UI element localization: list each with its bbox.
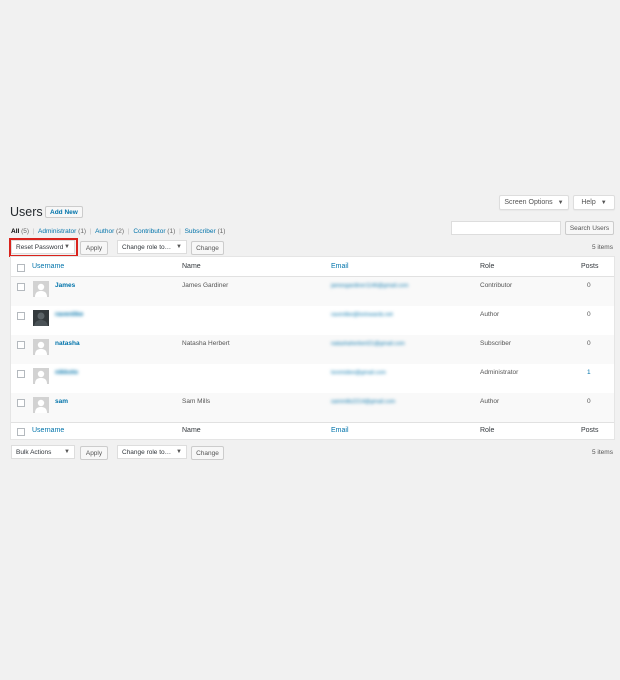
column-role: Role bbox=[480, 263, 495, 270]
users-table: Username Name Email Role Posts James Jam… bbox=[10, 256, 615, 440]
email-link[interactable]: sammills2214@gmail.com bbox=[331, 399, 395, 405]
filter-administrator-count: (1) bbox=[78, 228, 87, 235]
post-count-link[interactable]: 1 bbox=[587, 369, 591, 376]
change-role-label-bottom: Change role to… bbox=[122, 448, 172, 456]
email-link[interactable]: ravenlike@lorinwards.net bbox=[331, 312, 393, 318]
search-input[interactable] bbox=[451, 221, 561, 235]
table-row: natasha Natasha Herbert natashaherbert21… bbox=[11, 335, 614, 364]
column-username[interactable]: Username bbox=[32, 263, 64, 270]
avatar bbox=[33, 397, 49, 413]
post-count: 0 bbox=[587, 340, 591, 347]
email-link[interactable]: natashaherbert21@gmail.com bbox=[331, 341, 405, 347]
username-link[interactable]: James bbox=[55, 282, 75, 289]
filter-separator: | bbox=[127, 228, 130, 235]
avatar bbox=[33, 368, 49, 384]
apply-button[interactable]: Apply bbox=[80, 241, 108, 255]
username-link[interactable]: natasha bbox=[55, 340, 80, 347]
avatar-placeholder-icon bbox=[35, 370, 47, 384]
filter-all[interactable]: All bbox=[11, 228, 19, 235]
search-users-button[interactable]: Search Users bbox=[565, 221, 614, 235]
email-link[interactable]: jamesgardiner1146@gmail.com bbox=[331, 283, 408, 289]
avatar-photo-icon bbox=[33, 310, 49, 326]
avatar-placeholder-icon bbox=[35, 283, 47, 297]
avatar bbox=[33, 310, 49, 326]
caret-down-icon: ▼ bbox=[64, 449, 70, 455]
change-button[interactable]: Change bbox=[191, 241, 224, 255]
footer-divider bbox=[11, 422, 614, 423]
column-email[interactable]: Email bbox=[331, 263, 349, 270]
help-button[interactable]: Help ▼ bbox=[573, 195, 615, 210]
select-all-checkbox[interactable] bbox=[17, 264, 25, 272]
username-link[interactable]: ravenlike bbox=[55, 311, 83, 318]
user-role: Author bbox=[480, 311, 500, 318]
caret-down-icon: ▼ bbox=[600, 199, 607, 206]
page-title: Users bbox=[10, 205, 43, 219]
row-checkbox[interactable] bbox=[17, 399, 25, 407]
post-count: 0 bbox=[587, 282, 591, 289]
table-row: nikkoto loremidee@gmail.com Administrato… bbox=[11, 364, 614, 393]
avatar bbox=[33, 281, 49, 297]
items-count: 5 items bbox=[592, 244, 613, 251]
filter-separator: | bbox=[89, 228, 92, 235]
column-posts: Posts bbox=[581, 263, 599, 270]
table-row: ravenlike ravenlike@lorinwards.net Autho… bbox=[11, 306, 614, 335]
caret-down-icon: ▼ bbox=[176, 244, 182, 250]
filter-all-count: (5) bbox=[21, 228, 30, 235]
change-role-label: Change role to… bbox=[122, 243, 172, 251]
screen-options-label: Screen Options bbox=[504, 199, 553, 206]
add-new-button[interactable]: Add New bbox=[45, 206, 83, 218]
row-checkbox[interactable] bbox=[17, 312, 25, 320]
user-name: James Gardiner bbox=[182, 282, 229, 289]
user-role: Subscriber bbox=[480, 340, 512, 347]
column-name: Name bbox=[182, 263, 201, 270]
username-link[interactable]: sam bbox=[55, 398, 68, 405]
bulk-action-selected-bottom: Bulk Actions bbox=[16, 448, 52, 456]
username-link[interactable]: nikkoto bbox=[55, 369, 78, 376]
table-row: James James Gardiner jamesgardiner1146@g… bbox=[11, 277, 614, 306]
select-all-checkbox-footer[interactable] bbox=[17, 428, 25, 436]
bulk-action-select-bottom[interactable]: Bulk Actions ▼ bbox=[11, 445, 75, 459]
row-checkbox[interactable] bbox=[17, 370, 25, 378]
column-name-footer: Name bbox=[182, 427, 201, 434]
change-role-select-bottom[interactable]: Change role to… ▼ bbox=[117, 445, 187, 459]
filter-author[interactable]: Author bbox=[95, 228, 114, 235]
row-checkbox[interactable] bbox=[17, 341, 25, 349]
email-link[interactable]: loremidee@gmail.com bbox=[331, 370, 386, 376]
change-role-select[interactable]: Change role to… ▼ bbox=[117, 240, 187, 254]
post-count: 0 bbox=[587, 398, 591, 405]
apply-button-bottom[interactable]: Apply bbox=[80, 446, 108, 460]
user-role: Administrator bbox=[480, 369, 519, 376]
row-checkbox[interactable] bbox=[17, 283, 25, 291]
user-role: Author bbox=[480, 398, 500, 405]
post-count: 0 bbox=[587, 311, 591, 318]
column-email-footer[interactable]: Email bbox=[331, 427, 349, 434]
avatar-placeholder-icon bbox=[35, 341, 47, 355]
filter-subscriber[interactable]: Subscriber bbox=[185, 228, 216, 235]
filter-administrator[interactable]: Administrator bbox=[38, 228, 76, 235]
column-username-footer[interactable]: Username bbox=[32, 427, 64, 434]
column-posts-footer: Posts bbox=[581, 427, 599, 434]
items-count-bottom: 5 items bbox=[592, 449, 613, 456]
role-filter-links: All (5) | Administrator (1) | Author (2)… bbox=[11, 228, 225, 235]
caret-down-icon: ▼ bbox=[557, 199, 564, 206]
filter-author-count: (2) bbox=[116, 228, 124, 235]
screen-options-button[interactable]: Screen Options ▼ bbox=[499, 195, 569, 210]
caret-down-icon: ▼ bbox=[176, 449, 182, 455]
avatar bbox=[33, 339, 49, 355]
help-label: Help bbox=[581, 199, 596, 206]
change-button-bottom[interactable]: Change bbox=[191, 446, 224, 460]
column-role-footer: Role bbox=[480, 427, 495, 434]
avatar-placeholder-icon bbox=[35, 399, 47, 413]
filter-subscriber-count: (1) bbox=[217, 228, 226, 235]
highlight-box bbox=[9, 238, 78, 257]
user-name: Natasha Herbert bbox=[182, 340, 230, 347]
filter-separator: | bbox=[179, 228, 181, 235]
table-row: sam Sam Mills sammills2214@gmail.com Aut… bbox=[11, 393, 614, 422]
filter-contributor-count: (1) bbox=[167, 228, 176, 235]
user-name: Sam Mills bbox=[182, 398, 211, 405]
filter-separator: | bbox=[32, 228, 35, 235]
filter-contributor[interactable]: Contributor bbox=[133, 228, 165, 235]
user-role: Contributor bbox=[480, 282, 513, 289]
